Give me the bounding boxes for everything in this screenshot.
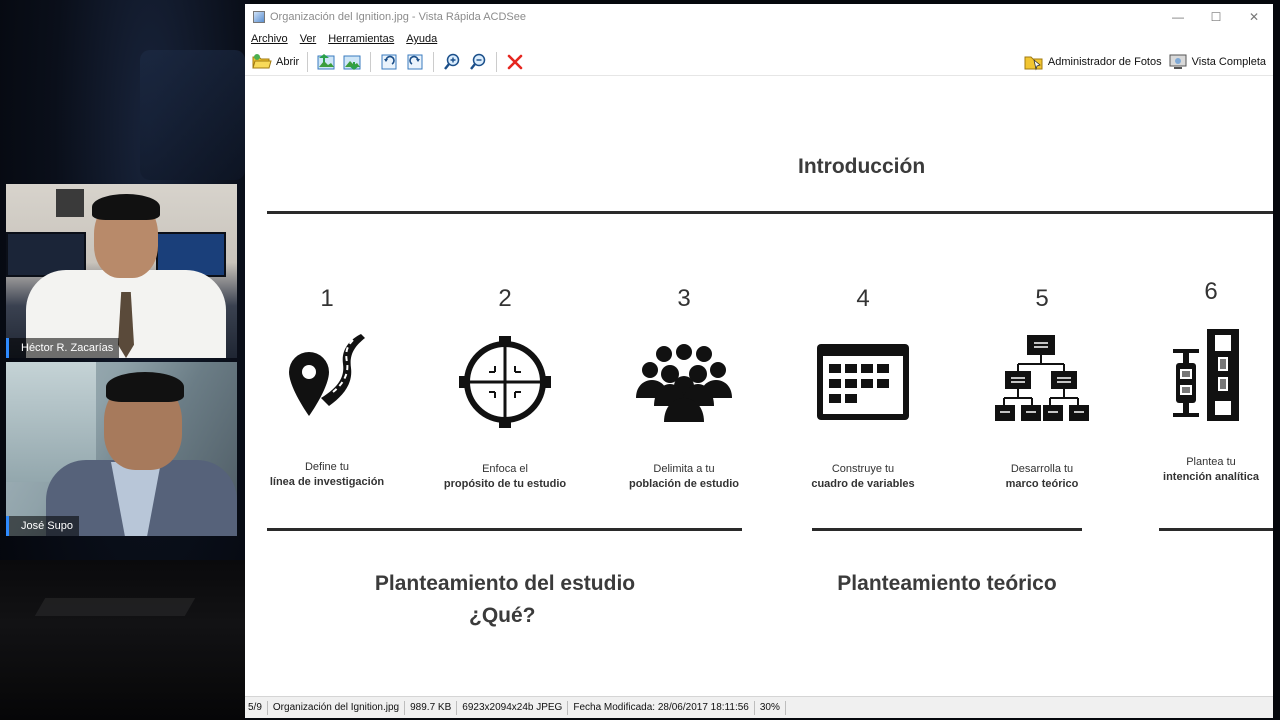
menu-herramientas[interactable]: Herramientas <box>328 33 394 45</box>
section-divider-right <box>1159 528 1273 531</box>
step-caption-line2: propósito de tu estudio <box>443 478 567 490</box>
step-6: 6 Plantea tu intención analítica <box>1121 278 1273 483</box>
call-background-highlight <box>140 50 245 180</box>
step-number: 5 <box>1035 285 1049 312</box>
calendar-grid-icon <box>773 327 953 437</box>
toolbar-separator <box>370 51 372 72</box>
step-caption-line1: Construye tu <box>831 463 895 475</box>
previous-image-button[interactable] <box>313 50 339 74</box>
toolbar-separator <box>433 51 435 72</box>
toolbar-separator <box>307 51 309 72</box>
full-view-icon <box>1168 52 1188 72</box>
participant-name-label: José Supo <box>6 516 79 536</box>
photo-manager-button[interactable]: Administrador de Fotos <box>1021 50 1165 74</box>
menu-ayuda[interactable]: Ayuda <box>406 33 437 45</box>
next-image-icon <box>342 52 362 72</box>
map-pin-road-icon <box>245 325 417 435</box>
zoom-in-icon <box>442 52 462 72</box>
person-hair <box>106 372 184 402</box>
crosshair-icon <box>415 327 595 437</box>
title-divider <box>267 211 1273 214</box>
step-caption-line1: Define tu <box>304 461 350 473</box>
call-background-floor <box>0 560 245 720</box>
minimize-button[interactable]: — <box>1159 4 1197 30</box>
rotate-right-icon <box>405 52 425 72</box>
status-filename: Organización del Ignition.jpg <box>268 700 406 715</box>
toolbar-right-group: Administrador de Fotos Vista Completa <box>1021 50 1269 74</box>
toolbar-separator <box>496 51 498 72</box>
wall-picture <box>56 189 84 217</box>
rotate-left-icon <box>379 52 399 72</box>
section-subtitle-study: ¿Qué? <box>469 604 536 627</box>
step-caption-line1: Delimita a tu <box>653 463 715 475</box>
step-5: 5 Desarrolla tu marco teórico <box>952 285 1132 490</box>
person-hair <box>92 194 160 220</box>
previous-image-icon <box>316 52 336 72</box>
open-folder-icon <box>252 52 272 72</box>
step-number: 6 <box>1204 278 1218 305</box>
status-filesize: 989.7 KB <box>405 700 458 715</box>
participant-name-label: Héctor R. Zacarías <box>6 338 120 358</box>
delete-button[interactable] <box>502 50 528 74</box>
step-number: 4 <box>856 285 870 312</box>
window-title: Organización del Ignition.jpg - Vista Rá… <box>270 11 527 23</box>
zoom-in-button[interactable] <box>439 50 465 74</box>
section-divider-study <box>267 528 742 531</box>
window-controls: — ☐ ✕ <box>1159 4 1273 30</box>
step-caption-line2: marco teórico <box>1005 478 1079 490</box>
image-canvas[interactable]: Introducción 1 Define tu línea de invest… <box>245 77 1273 696</box>
zoom-out-icon <box>468 52 488 72</box>
participant-video-1[interactable]: Héctor R. Zacarías <box>6 184 237 358</box>
delete-x-icon <box>505 52 525 72</box>
menu-archivo[interactable]: Archivo <box>251 33 288 45</box>
section-title-study: Planteamiento del estudio <box>374 572 636 595</box>
toolbar: Abrir Administrador de Fotos Vista Compl… <box>245 48 1273 76</box>
step-caption-line1: Enfoca el <box>482 463 528 475</box>
step-2: 2 Enfoca el propósito de tu estudio <box>415 285 595 490</box>
open-label: Abrir <box>276 55 300 68</box>
image-viewer-window: Organización del Ignition.jpg - Vista Rá… <box>245 4 1273 718</box>
crowd-icon <box>594 327 774 437</box>
window-titlebar[interactable]: Organización del Ignition.jpg - Vista Rá… <box>245 4 1273 30</box>
step-number: 2 <box>498 285 512 312</box>
close-window-button[interactable]: ✕ <box>1235 4 1273 30</box>
dna-scan-icon <box>1121 320 1273 430</box>
step-caption-line1: Desarrolla tu <box>1010 463 1074 475</box>
open-button[interactable]: Abrir <box>249 50 302 74</box>
participant-video-2[interactable]: José Supo <box>6 362 237 536</box>
app-icon <box>253 11 265 23</box>
step-number: 3 <box>677 285 691 312</box>
step-number: 1 <box>320 285 334 312</box>
step-1: 1 Define tu línea de investigación <box>245 285 417 488</box>
photo-manager-icon <box>1024 52 1044 72</box>
menu-bar: Archivo Ver Herramientas Ayuda <box>245 30 1273 48</box>
rotate-left-button[interactable] <box>376 50 402 74</box>
hierarchy-icon <box>952 327 1132 437</box>
rotate-right-button[interactable] <box>402 50 428 74</box>
full-view-button[interactable]: Vista Completa <box>1165 50 1269 74</box>
zoom-out-button[interactable] <box>465 50 491 74</box>
maximize-button[interactable]: ☐ <box>1197 4 1235 30</box>
status-image-index: 5/9 <box>245 700 268 715</box>
full-view-label: Vista Completa <box>1191 55 1266 68</box>
status-zoom: 30% <box>755 700 786 715</box>
photo-manager-label: Administrador de Fotos <box>1047 55 1162 68</box>
status-modified-date: Fecha Modificada: 28/06/2017 18:11:56 <box>568 700 755 715</box>
menu-ver[interactable]: Ver <box>300 33 317 45</box>
step-caption-line2: línea de investigación <box>269 476 385 488</box>
step-3: 3 Delimita a tu población de estudio <box>594 285 774 490</box>
step-caption-line2: intención analítica <box>1163 471 1259 483</box>
step-caption-line2: población de estudio <box>628 478 739 490</box>
status-dimensions: 6923x2094x24b JPEG <box>457 700 569 715</box>
next-image-button[interactable] <box>339 50 365 74</box>
step-caption-line1: Plantea tu <box>1186 456 1236 468</box>
section-title-theory: Planteamiento teórico <box>837 572 1057 595</box>
step-4: 4 Construye tu cuadro de variables <box>773 285 953 490</box>
status-bar: 5/9 Organización del Ignition.jpg 989.7 … <box>245 696 1273 718</box>
section-divider-theory <box>812 528 1082 531</box>
step-caption-line2: cuadro de variables <box>811 478 915 490</box>
slide-title: Introducción <box>798 155 926 178</box>
